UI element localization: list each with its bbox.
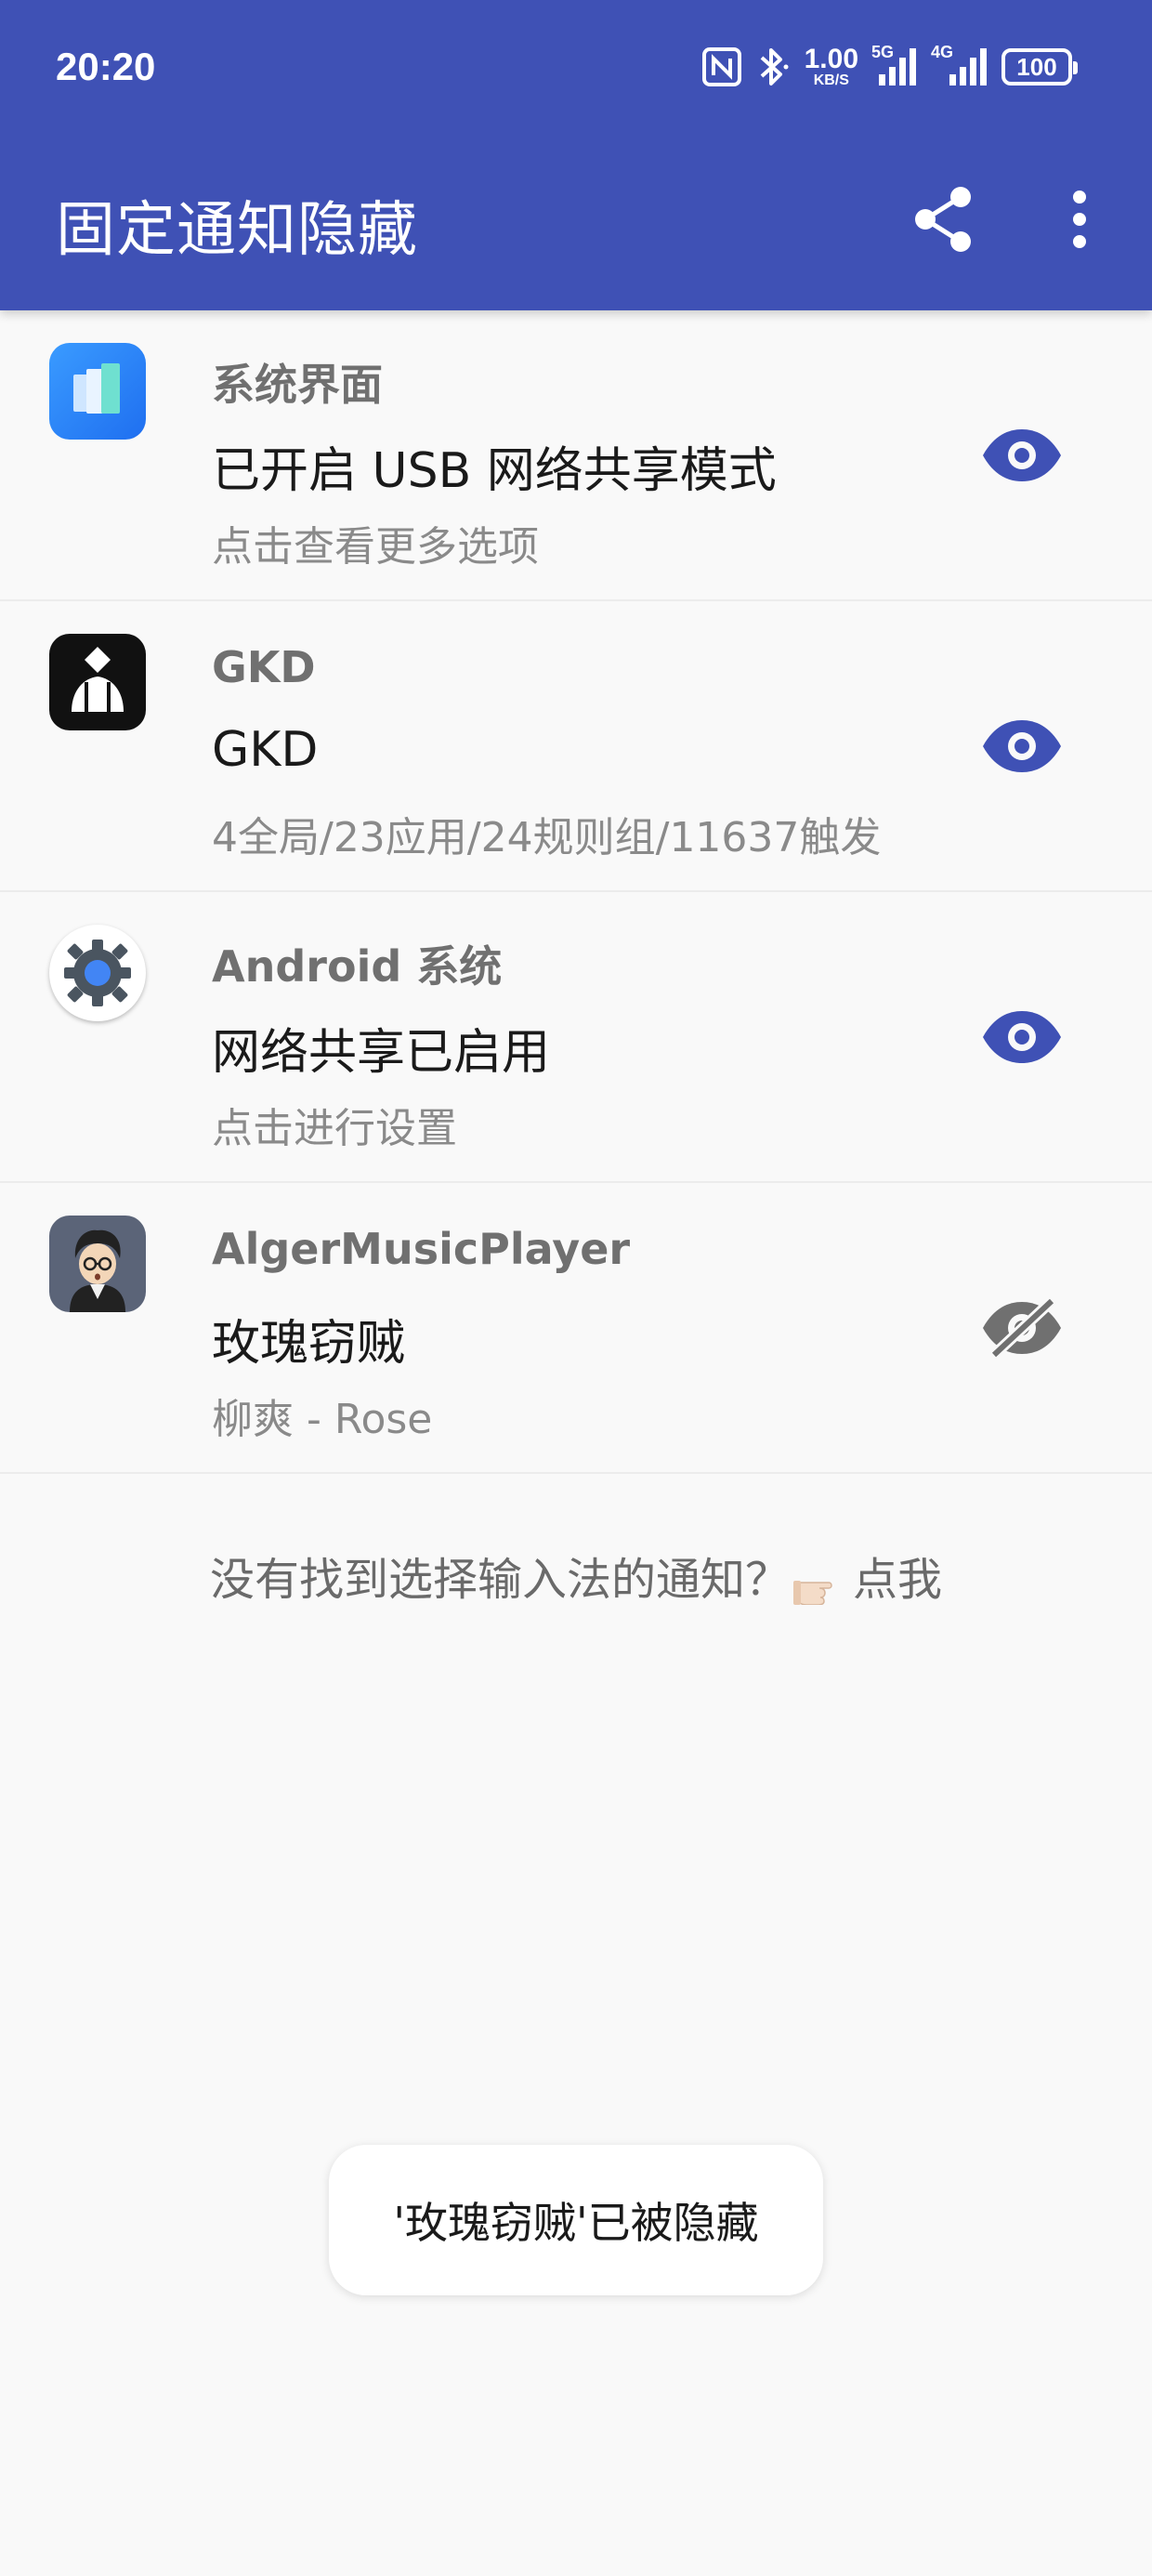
eye-icon (983, 429, 1061, 481)
nfc-icon (701, 47, 741, 86)
more-vert-icon (1073, 191, 1086, 248)
toggle-visibility-button[interactable] (975, 418, 1068, 493)
notification-title: 网络共享已启用 (212, 1025, 551, 1081)
system-ui-icon (49, 343, 146, 440)
notification-item[interactable]: AlgerMusicPlayer 玫瑰窃贼 柳爽 - Rose (0, 1183, 1152, 1474)
status-icons: 1.00 KB/S 5G 4G 100 (701, 41, 1078, 93)
notification-text: 4全局/23应用/24规则组/11637触发 (212, 814, 882, 861)
signal-5g-icon: 5G (871, 43, 918, 87)
app-name: Android 系统 (212, 941, 503, 992)
notification-list: 系统界面 已开启 USB 网络共享模式 点击查看更多选项 GKD GKD 4全局… (0, 310, 1152, 1474)
android-settings-icon (49, 925, 146, 1021)
notification-title: 玫瑰窃贼 (212, 1316, 406, 1372)
app-name: AlgerMusicPlayer (212, 1224, 631, 1274)
toast-message: '玫瑰窃贼'已被隐藏 (329, 2145, 823, 2295)
alger-music-icon (49, 1216, 146, 1312)
more-options-button[interactable] (1054, 182, 1106, 256)
notification-title: 已开启 USB 网络共享模式 (212, 443, 777, 499)
app-header: 20:20 1.00 KB/S 5G 4G 100 固定通知隐藏 (0, 0, 1152, 310)
gkd-icon (49, 634, 146, 730)
notification-item[interactable]: GKD GKD 4全局/23应用/24规则组/11637触发 (0, 601, 1152, 892)
bluetooth-icon (754, 46, 792, 87)
notification-title: GKD (212, 722, 319, 778)
status-time: 20:20 (56, 45, 156, 88)
net-speed-value: 1.00 (804, 44, 858, 74)
signal-5g-label: 5G (871, 43, 895, 61)
status-bar: 20:20 1.00 KB/S 5G 4G 100 (0, 0, 1152, 135)
app-name: GKD (212, 642, 316, 692)
toast-text: '玫瑰窃贼'已被隐藏 (393, 2198, 759, 2248)
page-title: 固定通知隐藏 (56, 196, 418, 265)
signal-4g-label: 4G (931, 43, 954, 61)
toggle-visibility-button[interactable] (975, 1000, 1068, 1074)
app-name: 系统界面 (212, 360, 383, 410)
notification-item[interactable]: Android 系统 网络共享已启用 点击进行设置 (0, 892, 1152, 1183)
eye-off-icon (983, 1297, 1061, 1359)
toggle-visibility-button[interactable] (975, 709, 1068, 783)
notification-item[interactable]: 系统界面 已开启 USB 网络共享模式 点击查看更多选项 (0, 310, 1152, 601)
notification-text: 点击进行设置 (212, 1105, 457, 1152)
battery-icon: 100 (1001, 48, 1078, 85)
pointing-hand-icon (792, 1564, 851, 1606)
hint-text: 没有找到选择输入法的通知？ (209, 1554, 790, 1606)
hint-action: 点我 (853, 1554, 943, 1606)
eye-icon (983, 720, 1061, 772)
eye-icon (983, 1011, 1061, 1063)
ime-notification-hint-link[interactable]: 没有找到选择输入法的通知？ 点我 (0, 1543, 1152, 1608)
signal-4g-icon: 4G (931, 43, 988, 87)
net-speed-unit: KB/S (813, 72, 849, 88)
notification-text: 柳爽 - Rose (212, 1396, 433, 1443)
share-button[interactable] (910, 182, 977, 256)
notification-text: 点击查看更多选项 (212, 523, 539, 571)
net-speed: 1.00 KB/S (805, 46, 858, 88)
share-icon (915, 187, 971, 252)
toggle-visibility-button[interactable] (975, 1291, 1068, 1365)
battery-level: 100 (1016, 52, 1057, 81)
